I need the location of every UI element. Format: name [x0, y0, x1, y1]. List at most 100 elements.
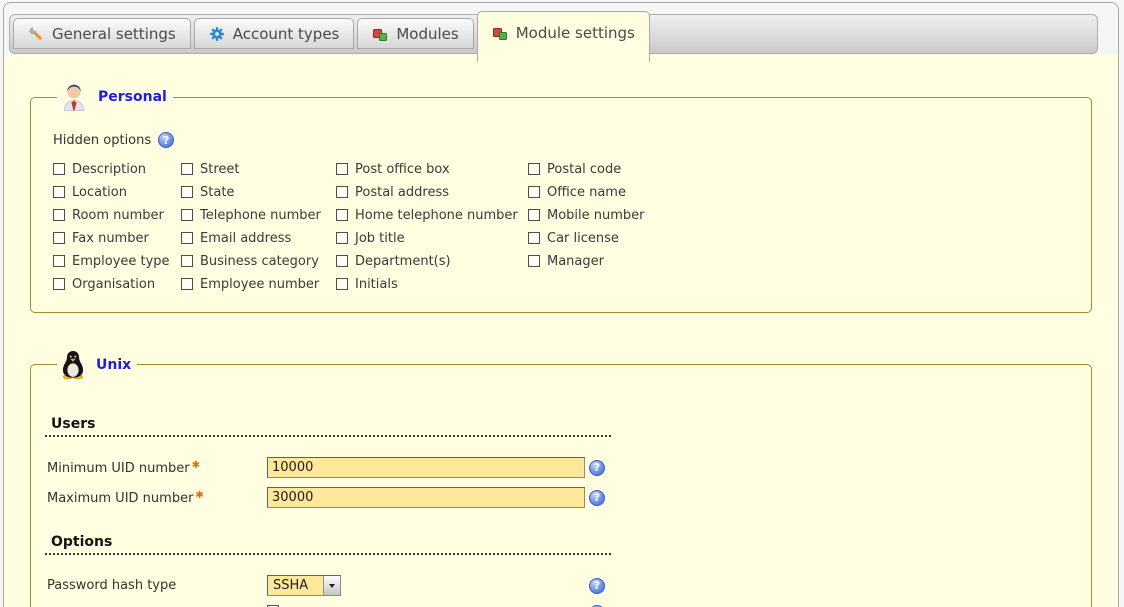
tab-account-types[interactable]: Account types	[194, 18, 355, 49]
option-label: Postal address	[355, 185, 449, 200]
option-checkbox[interactable]	[181, 186, 193, 198]
checkbox-option: Mobile number	[528, 208, 645, 222]
checkbox-option: Post office box	[336, 162, 528, 176]
tab-label: Modules	[396, 25, 458, 43]
checkbox-option: Manager	[528, 254, 645, 268]
option-label: Initials	[355, 277, 398, 292]
option-checkbox[interactable]	[53, 209, 65, 221]
tab-label: Module settings	[516, 24, 635, 42]
option-checkbox[interactable]	[528, 163, 540, 175]
option-checkbox[interactable]	[53, 186, 65, 198]
option-label: Fax number	[72, 231, 149, 246]
wrench-icon	[28, 26, 44, 42]
hidden-options-row: Hidden options ?	[53, 132, 1077, 148]
checkbox-option: Telephone number	[181, 208, 336, 222]
option-checkbox[interactable]	[181, 278, 193, 290]
checkbox-option: Location	[53, 185, 181, 199]
option-label: Department(s)	[355, 254, 451, 269]
option-checkbox[interactable]	[336, 163, 348, 175]
option-label: Email address	[200, 231, 291, 246]
checkbox-option: Organisation	[53, 277, 181, 291]
checkbox-option: Initials	[336, 277, 528, 291]
help-icon[interactable]: ?	[589, 578, 605, 594]
option-checkbox[interactable]	[336, 232, 348, 244]
option-checkbox[interactable]	[53, 232, 65, 244]
option-checkbox[interactable]	[53, 278, 65, 290]
option-label: State	[200, 185, 234, 200]
option-label: Room number	[72, 208, 164, 223]
checkbox-option: Employee type	[53, 254, 181, 268]
option-checkbox[interactable]	[181, 209, 193, 221]
option-checkbox[interactable]	[528, 186, 540, 198]
checkbox-option: Room number	[53, 208, 181, 222]
help-icon[interactable]: ?	[158, 132, 174, 148]
password-hash-field-cell: SSHA	[267, 575, 589, 596]
settings-window: General settings Account types	[3, 2, 1119, 607]
modules-blocks-icon	[372, 26, 388, 42]
option-label: Location	[72, 185, 127, 200]
min-uid-input[interactable]	[267, 457, 585, 478]
checkbox-option: Fax number	[53, 231, 181, 245]
field-label-text: Minimum UID number	[47, 461, 190, 476]
tab-module-settings[interactable]: Module settings	[477, 11, 650, 62]
option-label: Manager	[547, 254, 604, 269]
modules-blocks-icon	[492, 25, 508, 41]
tab-general-settings[interactable]: General settings	[13, 18, 191, 49]
option-checkbox[interactable]	[528, 209, 540, 221]
dropdown-button	[323, 576, 340, 595]
option-checkbox[interactable]	[528, 255, 540, 267]
max-uid-input[interactable]	[267, 487, 585, 508]
person-icon	[59, 82, 89, 112]
option-label: Description	[72, 162, 146, 177]
option-checkbox[interactable]	[181, 255, 193, 267]
checkbox-option: Business category	[181, 254, 336, 268]
option-checkbox[interactable]	[181, 163, 193, 175]
checkbox-option: Employee number	[181, 277, 336, 291]
option-label: Postal code	[547, 162, 621, 177]
option-label: Employee type	[72, 254, 170, 269]
option-checkbox[interactable]	[528, 232, 540, 244]
checkbox-option: Job title	[336, 231, 528, 245]
field-label-text: Maximum UID number	[47, 491, 193, 506]
option-label: Office name	[547, 185, 626, 200]
personal-section-legend: Personal	[57, 82, 173, 112]
option-label: Employee number	[200, 277, 319, 292]
checkbox-option: Department(s)	[336, 254, 528, 268]
option-label: Business category	[200, 254, 319, 269]
option-checkbox[interactable]	[336, 278, 348, 290]
personal-section-title: Personal	[98, 89, 167, 105]
unix-section-title: Unix	[96, 357, 131, 373]
option-label: Home telephone number	[355, 208, 518, 223]
users-section-header: Users	[45, 416, 611, 437]
help-icon[interactable]: ?	[589, 460, 605, 476]
min-uid-field-cell	[267, 457, 589, 478]
options-column: Postal code Office name Mobile number Ca…	[528, 162, 645, 300]
checkbox-option: Home telephone number	[336, 208, 528, 222]
min-uid-label: Minimum UID number✱	[47, 460, 267, 476]
option-checkbox[interactable]	[336, 186, 348, 198]
checkbox-option: State	[181, 185, 336, 199]
option-checkbox[interactable]	[336, 255, 348, 267]
selected-value: SSHA	[268, 576, 323, 595]
unix-module-section: Unix Users Minimum UID number✱ ? Maximum…	[30, 349, 1092, 607]
option-checkbox[interactable]	[336, 209, 348, 221]
unix-section-legend: Unix	[57, 349, 137, 380]
checkbox-option: Postal code	[528, 162, 645, 176]
checkbox-option: Description	[53, 162, 181, 176]
personal-module-section: Personal Hidden options ? Description Lo…	[30, 82, 1092, 313]
option-checkbox[interactable]	[53, 163, 65, 175]
chevron-down-icon	[329, 584, 335, 588]
option-label: Telephone number	[200, 208, 321, 223]
tab-modules[interactable]: Modules	[357, 18, 473, 49]
help-icon[interactable]: ?	[589, 490, 605, 506]
option-label: Post office box	[355, 162, 450, 177]
option-label: Mobile number	[547, 208, 645, 223]
option-label: Street	[200, 162, 240, 177]
option-checkbox[interactable]	[53, 255, 65, 267]
required-marker: ✱	[195, 490, 203, 501]
password-hash-select[interactable]: SSHA	[267, 575, 341, 596]
option-checkbox[interactable]	[181, 232, 193, 244]
option-label: Organisation	[72, 277, 155, 292]
tux-penguin-icon	[59, 349, 87, 380]
checkbox-option: Email address	[181, 231, 336, 245]
